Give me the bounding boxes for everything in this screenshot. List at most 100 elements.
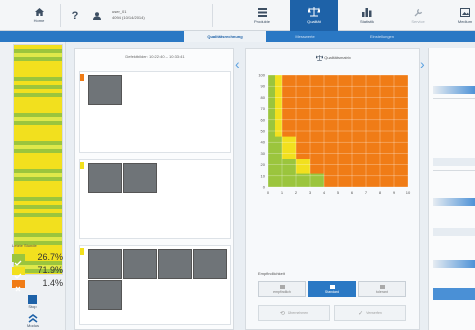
level-icon (329, 284, 335, 289)
chart-title: Qualitätsmatrix (324, 55, 351, 61)
value-bar (433, 198, 475, 206)
quality-history-strip (13, 44, 63, 275)
defect-card[interactable] (79, 159, 231, 239)
defect-thumbnail[interactable] (123, 163, 157, 193)
severity-tag (80, 162, 84, 169)
legend-title: Letzte Stunde (12, 243, 37, 248)
modus-button[interactable]: Modus (27, 314, 39, 328)
defect-thumbnail[interactable] (193, 249, 227, 279)
legend-value-orange: 1.4% (42, 278, 63, 288)
defect-thumbnail[interactable] (88, 249, 122, 279)
x-tick-label: 9 (393, 190, 396, 195)
apply-label: Übernehmen (287, 311, 309, 315)
y-tick-label: 30 (261, 151, 266, 156)
sensitivity-label: Empfindlichkeit (258, 271, 285, 276)
defect-thumbnail[interactable] (88, 163, 122, 193)
y-tick-label: 50 (261, 129, 266, 134)
undo-icon: ⟲ (279, 310, 285, 317)
stop-icon (28, 295, 37, 304)
help-icon: ? (71, 9, 79, 22)
x-tick-label: 4 (323, 190, 326, 195)
service-label: Service (411, 18, 425, 24)
user-session: 4094 (10/14/2014) (112, 15, 145, 20)
close-icon (15, 286, 21, 292)
x-tick-label: 1 (281, 190, 284, 195)
user-avatar[interactable] (88, 0, 106, 31)
defect-thumbnail[interactable] (123, 249, 157, 279)
sensitivity-tolerant-button[interactable]: tolerant (358, 281, 406, 297)
toolbar-divider (212, 4, 213, 27)
modus-label: Modus (27, 323, 40, 328)
level-icon (379, 284, 385, 289)
legend-swatch-orange (12, 280, 25, 292)
scale-icon (315, 55, 324, 61)
defect-thumbnail[interactable] (88, 75, 122, 105)
home-label: Home (33, 18, 45, 23)
legend-row-green: 26.7% (12, 252, 64, 266)
x-tick-label: 5 (337, 190, 340, 195)
x-tick-label: 0 (267, 190, 270, 195)
sensitivity-standard-button[interactable]: Standard (308, 281, 356, 297)
qualitaet-button[interactable]: Qualität (290, 0, 338, 31)
gallery-header: Defektbilder: 10:22:40 – 10:33:41 (125, 54, 185, 59)
x-tick-label: 8 (379, 190, 382, 195)
service-button[interactable]: Service (396, 0, 440, 31)
defect-thumbnail[interactable] (158, 249, 192, 279)
top-toolbar: Home ? user_01 4094 (10/14/2014) Produkt… (0, 0, 475, 31)
y-tick-label: 20 (261, 162, 266, 167)
defect-gallery: Defektbilder: 10:22:40 – 10:33:41 (74, 48, 234, 330)
list-icon (257, 7, 267, 17)
defect-card[interactable] (79, 245, 231, 325)
apply-button[interactable]: ⟲ Übernehmen (258, 305, 330, 321)
user-icon (93, 11, 101, 20)
stop-button[interactable]: Stop (28, 295, 37, 309)
sensitivity-standard-label: Standard (324, 289, 340, 294)
media-icon (460, 7, 470, 17)
scale-icon (308, 7, 320, 17)
legend-swatch-green (12, 254, 25, 266)
value-bar (433, 228, 475, 236)
sidebar: Letzte Stunde 26.7% 71.9% 1.4% Stop Modu… (0, 42, 66, 330)
produkte-button[interactable]: Produkte (238, 0, 286, 31)
divider (433, 98, 475, 99)
defect-card[interactable] (79, 71, 231, 153)
discard-label: Verwerfen (366, 311, 382, 315)
legend-swatch-yellow (12, 267, 25, 279)
y-tick-label: 90 (261, 84, 266, 89)
wrench-icon (414, 8, 422, 16)
statistik-button[interactable]: Statistik (345, 0, 389, 31)
x-tick-label: 10 (406, 190, 411, 195)
check-icon: ✓ (358, 310, 364, 317)
value-bar (433, 158, 475, 166)
defect-thumbnail[interactable] (88, 280, 122, 310)
home-button[interactable]: Home (24, 0, 54, 31)
sensitivity-empfindlich-button[interactable]: empfindlich (258, 281, 306, 297)
legend-value-yellow: 71.9% (37, 265, 63, 275)
severity-tag (80, 74, 84, 81)
y-tick-label: 10 (261, 173, 266, 178)
x-tick-label: 6 (351, 190, 354, 195)
medium-button[interactable]: Medium (450, 0, 475, 31)
y-tick-label: 70 (261, 106, 266, 111)
discard-button[interactable]: ✓ Verwerfen (334, 305, 406, 321)
quality-matrix-panel: Qualitätsmatrix 0 1 2 3 4 5 6 7 8 9 10 0 10 20 30 40 50 6… (245, 48, 420, 330)
help-button[interactable]: ? (64, 0, 86, 31)
user-info: user_01 4094 (10/14/2014) (112, 9, 145, 21)
severity-tag (80, 248, 84, 255)
sensitivity-empfindlich-label: empfindlich (273, 289, 291, 294)
value-bar (433, 288, 475, 300)
qualitaet-label: Qualität (307, 19, 321, 24)
chevron-double-up-icon (28, 314, 38, 323)
value-bar (433, 86, 475, 94)
produkte-label: Produkte (253, 18, 270, 24)
tab-einstellungen[interactable]: Einstellungen (342, 31, 422, 42)
legend-row-orange: 1.4% (12, 278, 64, 292)
collapse-left-chevron-icon[interactable]: ‹ (235, 56, 240, 72)
divider (433, 170, 475, 171)
value-bar (433, 260, 475, 268)
quality-matrix-chart[interactable]: 0 1 2 3 4 5 6 7 8 9 100102030405060708090100 (252, 71, 412, 211)
legend-value-green: 26.7% (37, 252, 63, 262)
tab-messwerte[interactable]: Messwerte (270, 31, 340, 42)
tab-qualitaetsrechnung[interactable]: Qualitätsrechnung (184, 31, 266, 42)
level-icon (279, 284, 285, 289)
